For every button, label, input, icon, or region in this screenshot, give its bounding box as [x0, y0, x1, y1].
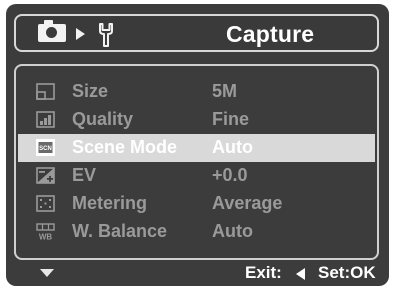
play-arrow-icon [76, 28, 85, 40]
menu-item-scene-mode[interactable]: SCN Scene Mode Auto [18, 134, 375, 162]
menu-header: Capture [14, 14, 379, 52]
menu-item-label: EV [72, 165, 97, 185]
menu-item-value: Auto [212, 137, 253, 157]
menu-item-metering[interactable]: Metering Average [18, 190, 375, 218]
quality-icon [36, 111, 55, 128]
menu-title: Capture [226, 21, 315, 47]
menu-item-value: +0.0 [212, 165, 248, 185]
svg-text:SCN: SCN [39, 146, 52, 152]
wrench-icon [99, 23, 113, 47]
ev-icon [36, 167, 55, 184]
metering-icon [36, 195, 55, 212]
menu-item-ev[interactable]: EV +0.0 [18, 162, 375, 190]
menu-item-quality[interactable]: Quality Fine [18, 106, 375, 134]
white-balance-icon: WB [36, 223, 55, 240]
menu-item-label: Quality [72, 109, 134, 129]
camera-screen: Capture Size 5M Quality Fine SCN Scene M… [6, 4, 389, 286]
menu-item-label: Metering [72, 193, 148, 213]
menu-item-value: 5M [212, 81, 238, 101]
menu-panel: Size 5M Quality Fine SCN Scene Mode Auto [14, 64, 379, 260]
menu-item-value: Auto [212, 221, 253, 241]
menu-item-white-balance[interactable]: WB W. Balance Auto [18, 218, 375, 246]
scene-mode-icon: SCN [36, 139, 55, 156]
menu-item-label: Scene Mode [72, 137, 178, 157]
menu-item-label: Size [72, 81, 109, 101]
menu-item-label: W. Balance [72, 221, 168, 241]
scroll-down-icon[interactable] [40, 269, 54, 277]
set-hint: Set:OK [318, 263, 376, 282]
menu-item-value: Fine [212, 109, 250, 129]
camera-icon [38, 20, 66, 42]
size-icon [36, 83, 55, 100]
left-arrow-icon [296, 268, 305, 280]
svg-text:WB: WB [39, 233, 53, 241]
menu-item-size[interactable]: Size 5M [18, 78, 375, 106]
menu-item-value: Average [212, 193, 283, 213]
exit-hint: Exit: [245, 263, 282, 282]
